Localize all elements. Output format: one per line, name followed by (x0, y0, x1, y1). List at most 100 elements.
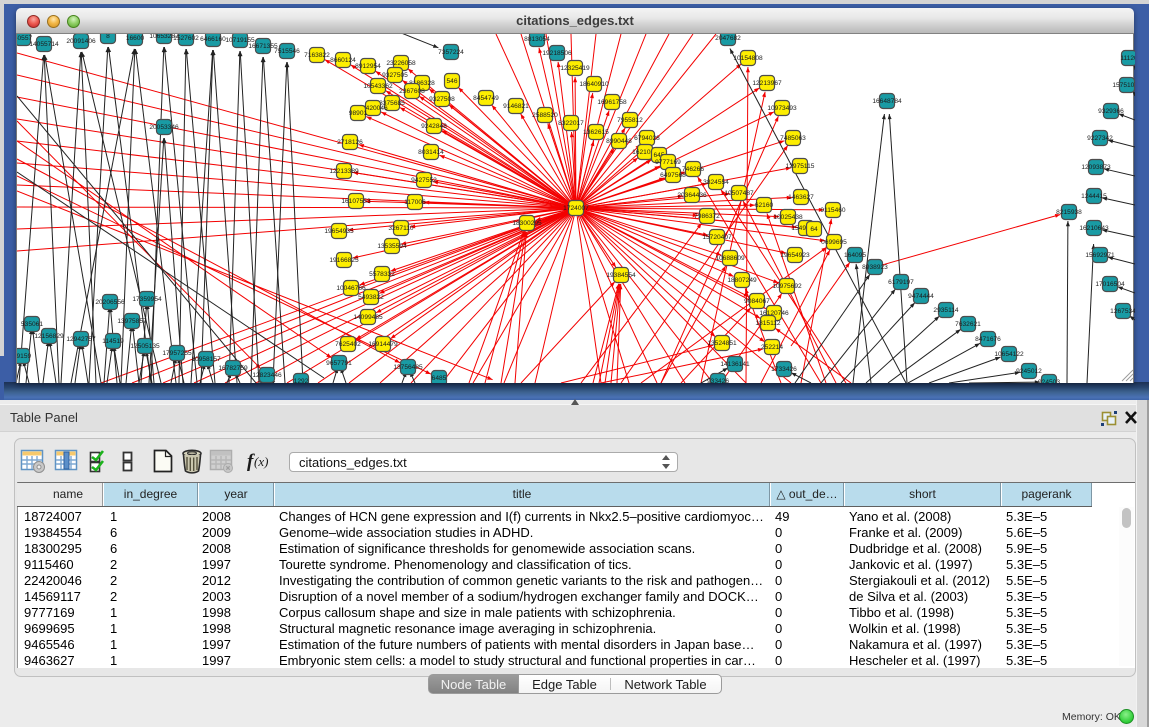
svg-text:8813054: 8813054 (524, 36, 550, 43)
svg-text:10025438: 10025438 (773, 214, 803, 221)
svg-text:13975857: 13975857 (117, 318, 147, 325)
svg-text:20053346: 20053346 (149, 124, 179, 131)
svg-text:535061: 535061 (21, 321, 43, 328)
svg-text:7515546: 7515546 (274, 48, 300, 55)
svg-text:16210643: 16210643 (1079, 225, 1109, 232)
svg-text:11120: 11120 (1120, 55, 1135, 62)
svg-text:14136141: 14136141 (720, 361, 750, 368)
svg-text:19384554: 19384554 (606, 272, 636, 279)
svg-text:13535594: 13535594 (377, 243, 407, 250)
svg-text:39159: 39159 (17, 353, 31, 360)
svg-text:9777169: 9777169 (655, 159, 681, 166)
svg-text:1463627: 1463627 (788, 194, 814, 201)
svg-text:7625402: 7625402 (335, 341, 361, 348)
svg-text:1724007: 1724007 (563, 205, 589, 212)
svg-text:933426: 933426 (707, 378, 729, 383)
svg-text:19654923: 19654923 (780, 252, 810, 259)
svg-text:9657791: 9657791 (326, 360, 352, 367)
svg-text:17359954: 17359954 (132, 296, 162, 303)
svg-text:6485: 6485 (432, 375, 447, 382)
svg-text:9227342: 9227342 (1087, 135, 1113, 142)
svg-text:1815112: 1815112 (755, 320, 781, 327)
svg-text:12505135: 12505135 (130, 343, 160, 350)
svg-text:546: 546 (446, 78, 457, 85)
svg-text:16107553: 16107553 (341, 198, 371, 205)
svg-text:9329366: 9329366 (1098, 108, 1124, 115)
svg-text:8912954: 8912954 (355, 63, 381, 70)
svg-text:12325419: 12325419 (560, 65, 590, 72)
svg-text:9084067: 9084067 (744, 298, 770, 305)
svg-text:7986372: 7986372 (694, 213, 720, 220)
svg-text:16600: 16600 (126, 35, 145, 42)
svg-text:9245012: 9245012 (1016, 368, 1042, 375)
svg-text:15692971: 15692971 (1085, 252, 1115, 259)
svg-text:1267534: 1267534 (1110, 308, 1135, 315)
svg-text:7632621: 7632621 (955, 321, 981, 328)
svg-text:10688609: 10688609 (715, 255, 745, 262)
svg-text:5578332: 5578332 (369, 271, 395, 278)
svg-text:8938923: 8938923 (862, 264, 888, 271)
svg-text:5493822: 5493822 (358, 294, 384, 301)
svg-text:16782759: 16782759 (218, 365, 248, 372)
svg-text:2718126: 2718126 (337, 139, 363, 146)
svg-text:12975115: 12975115 (786, 163, 815, 170)
svg-text:16914479: 16914479 (368, 341, 398, 348)
svg-text:9146821: 9146821 (503, 103, 529, 110)
svg-text:12093873: 12093873 (1081, 164, 1111, 171)
svg-text:8: 8 (106, 34, 110, 40)
svg-text:9427552: 9427552 (411, 177, 437, 184)
svg-text:18640910: 18640910 (579, 81, 609, 88)
svg-text:10958157: 10958157 (191, 356, 221, 363)
svg-text:1527602: 1527602 (173, 35, 199, 42)
svg-text:13524851: 13524851 (707, 340, 737, 347)
svg-text:14055714: 14055714 (29, 41, 59, 48)
svg-text:20091406: 20091406 (66, 38, 96, 45)
svg-text:15751074: 15751074 (1112, 82, 1135, 89)
svg-text:19166825: 19166825 (329, 257, 359, 264)
svg-text:7955812: 7955812 (617, 117, 643, 124)
svg-text:12823446: 12823446 (252, 372, 282, 379)
svg-text:8990448: 8990448 (606, 138, 632, 145)
svg-text:7357224: 7357224 (438, 49, 464, 56)
svg-text:7485063: 7485063 (780, 135, 806, 142)
svg-text:10046766: 10046766 (336, 285, 366, 292)
svg-text:2588520: 2588520 (532, 112, 558, 119)
svg-text:8454749: 8454749 (473, 95, 499, 102)
svg-text:19654935: 19654935 (324, 228, 354, 235)
svg-text:3267110: 3267110 (388, 225, 414, 232)
svg-text:17016504: 17016504 (1095, 281, 1125, 288)
svg-text:9474444: 9474444 (908, 293, 934, 300)
svg-text:20364436: 20364436 (677, 192, 707, 199)
svg-text:12213967: 12213967 (752, 80, 782, 87)
svg-text:16648784: 16648784 (872, 98, 902, 105)
svg-text:0699695: 0699695 (821, 239, 847, 246)
svg-text:(x): (x) (254, 454, 268, 469)
svg-text:12213389: 12213389 (329, 168, 359, 175)
svg-text:8322017: 8322017 (558, 120, 584, 127)
svg-text:17957255: 17957255 (162, 350, 192, 357)
svg-text:23226058: 23226058 (386, 60, 416, 67)
svg-text:2935114: 2935114 (933, 307, 959, 314)
svg-text:14099485: 14099485 (353, 314, 383, 321)
svg-text:6497568: 6497568 (660, 172, 686, 179)
svg-text:10543362: 10543362 (363, 83, 393, 90)
svg-text:1362615: 1362615 (583, 129, 609, 136)
svg-text:117006: 117006 (404, 199, 426, 206)
svg-text:8215938: 8215938 (1056, 209, 1082, 216)
svg-text:20206556: 20206556 (95, 299, 125, 306)
svg-text:7163822: 7163822 (304, 52, 330, 59)
svg-text:10154808: 10154808 (733, 55, 763, 62)
svg-text:13756485: 13756485 (393, 364, 423, 371)
svg-text:15720407: 15720407 (702, 234, 732, 241)
svg-text:18300295: 18300295 (512, 220, 542, 227)
svg-text:8660124: 8660124 (330, 57, 356, 64)
svg-text:12156829: 12156829 (34, 333, 64, 340)
svg-text:1244415: 1244415 (1081, 193, 1107, 200)
svg-text:10973493: 10973493 (767, 105, 797, 112)
svg-text:9115460: 9115460 (820, 207, 846, 214)
svg-text:2047682: 2047682 (715, 35, 741, 42)
svg-text:6179197: 6179197 (888, 279, 914, 286)
svg-text:6794028: 6794028 (634, 135, 660, 142)
svg-text:62160: 62160 (755, 202, 774, 209)
svg-text:6466160: 6466160 (200, 36, 226, 43)
